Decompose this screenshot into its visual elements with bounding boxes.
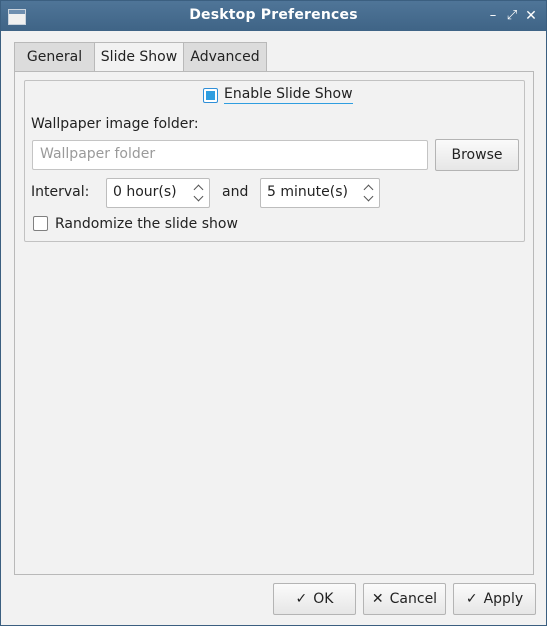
enable-slide-show-label[interactable]: Enable Slide Show [224,86,353,104]
slide-show-group: Enable Slide Show Wallpaper image folder… [24,80,525,242]
browse-button[interactable]: Browse [435,139,519,171]
x-icon: ✕ [371,591,384,607]
hours-spinbox[interactable]: 0 hour(s) [106,178,210,208]
apply-button[interactable]: ✓ Apply [453,583,536,615]
hours-value: 0 hour(s) [113,184,177,200]
ok-label: OK [313,591,334,607]
and-label: and [222,184,249,200]
cancel-button[interactable]: ✕ Cancel [363,583,446,615]
minutes-stepper[interactable] [363,182,374,204]
check-icon: ✓ [465,591,478,607]
cancel-label: Cancel [389,591,438,607]
slide-show-panel: Enable Slide Show Wallpaper image folder… [14,71,534,575]
minimize-icon[interactable]: – [484,7,502,25]
ok-button[interactable]: ✓ OK [273,583,356,615]
enable-slide-show-checkbox[interactable] [203,88,218,103]
wallpaper-folder-placeholder: Wallpaper folder [40,146,156,162]
hours-stepper[interactable] [193,182,204,204]
chevron-down-icon[interactable] [363,191,374,202]
chevron-down-icon[interactable] [193,191,204,202]
minutes-spinbox[interactable]: 5 minute(s) [260,178,380,208]
tab-slide-show[interactable]: Slide Show [94,42,184,73]
wallpaper-folder-label: Wallpaper image folder: [31,116,199,132]
close-icon[interactable]: ✕ [522,7,540,25]
apply-label: Apply [483,591,524,607]
window-title: Desktop Preferences [189,7,358,23]
desktop-preferences-window: Desktop Preferences – ⤢ ✕ General Slide … [0,0,547,626]
title-bar[interactable]: Desktop Preferences – ⤢ ✕ [1,1,546,31]
randomize-label[interactable]: Randomize the slide show [55,216,238,232]
tab-general[interactable]: General [14,42,95,71]
maximize-icon[interactable]: ⤢ [503,7,521,25]
tab-advanced[interactable]: Advanced [183,42,267,71]
minutes-value: 5 minute(s) [267,184,348,200]
interval-label: Interval: [31,184,90,200]
randomize-checkbox[interactable] [33,216,48,231]
wallpaper-folder-input[interactable]: Wallpaper folder [32,140,428,170]
check-icon: ✓ [295,591,308,607]
